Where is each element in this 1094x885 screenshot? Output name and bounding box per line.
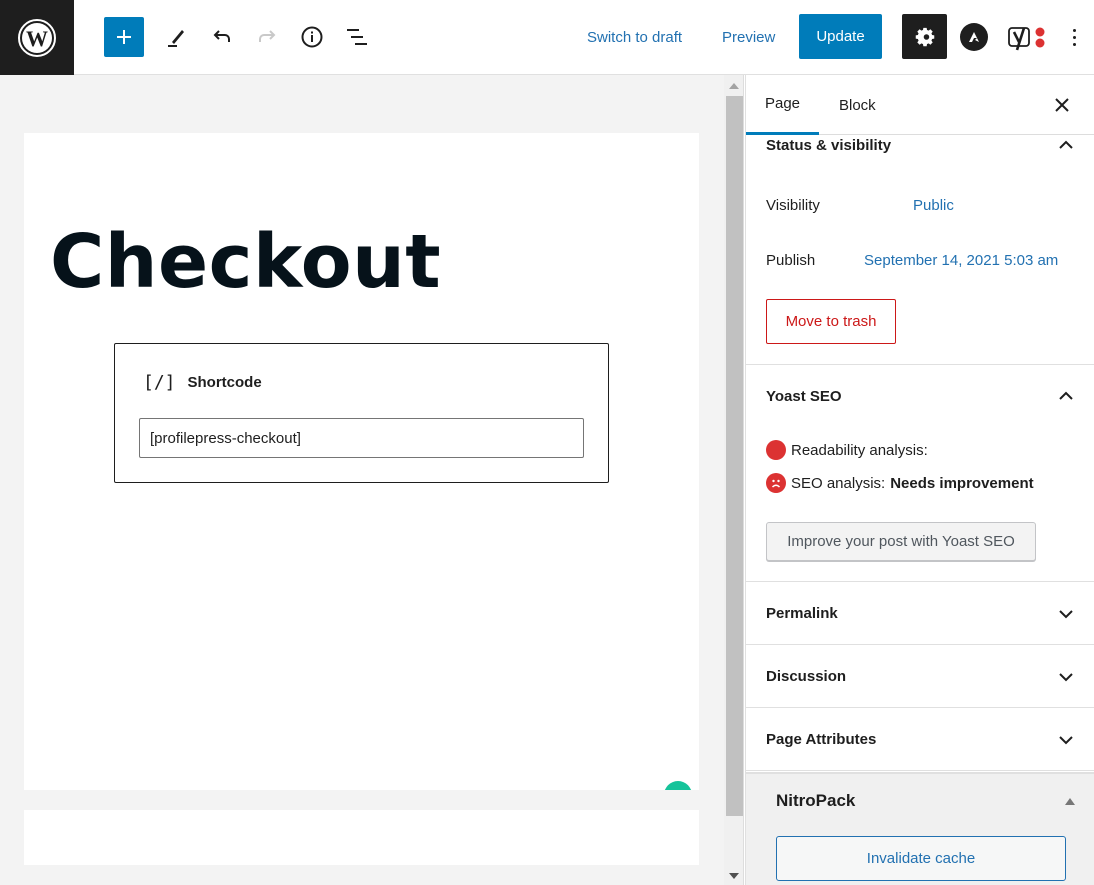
settings-sidebar: Page Block Status & visibility Visibilit… [745, 75, 1094, 885]
editor-header: W Switch to draft Preview Update [0, 0, 1094, 75]
redo-button[interactable] [247, 17, 287, 57]
nitropack-title: NitroPack [776, 791, 856, 810]
close-icon [1055, 98, 1069, 112]
discussion-title: Discussion [766, 668, 847, 685]
astra-button[interactable] [960, 23, 988, 51]
status-visibility-title: Status & visibility [766, 137, 892, 154]
yoast-icon [1008, 27, 1045, 51]
seo-analysis-label: SEO analysis: [791, 474, 886, 492]
visibility-value-link[interactable]: Public [913, 197, 954, 214]
pencil-icon [168, 30, 184, 47]
switch-to-draft-button[interactable]: Switch to draft [587, 29, 682, 46]
permalink-title: Permalink [766, 605, 838, 622]
canvas-bottom-edge [0, 790, 724, 810]
astra-icon [969, 32, 979, 42]
visibility-row: Visibility Public [766, 197, 954, 214]
undo-icon [213, 30, 230, 42]
settings-button[interactable] [902, 14, 947, 59]
scrollbar-thumb[interactable] [726, 96, 743, 816]
chevron-down-icon [1058, 606, 1074, 622]
sidebar-tabs: Page Block [746, 75, 1094, 135]
readability-status-dot-icon [766, 440, 786, 460]
tools-button[interactable] [156, 17, 196, 57]
page-title[interactable]: Checkout [50, 219, 441, 305]
redo-icon [259, 30, 276, 42]
page-attributes-panel[interactable]: Page Attributes [746, 708, 1094, 771]
discussion-panel[interactable]: Discussion [746, 645, 1094, 708]
move-to-trash-button[interactable]: Move to trash [766, 299, 896, 344]
improve-with-yoast-button[interactable]: Improve your post with Yoast SEO [766, 522, 1036, 561]
publish-label: Publish [766, 252, 816, 269]
chevron-down-icon [1058, 732, 1074, 748]
shortcode-block[interactable]: [/] Shortcode [114, 343, 609, 483]
status-visibility-panel: Status & visibility Visibility Public Pu… [746, 135, 1094, 365]
more-options-button[interactable] [1064, 22, 1084, 52]
tab-page[interactable]: Page [746, 75, 819, 135]
chevron-up-icon [1058, 137, 1074, 153]
editor-canvas: Checkout [/] Shortcode [0, 75, 724, 885]
svg-text:W: W [26, 26, 48, 51]
publish-date-link[interactable]: September 14, 2021 5:03 am [864, 252, 1058, 269]
wordpress-icon: W [18, 18, 56, 57]
collapse-triangle-icon[interactable] [1065, 798, 1075, 805]
nitropack-panel: NitroPack Invalidate cache [746, 772, 1094, 885]
yoast-seo-title: Yoast SEO [766, 387, 842, 405]
permalink-panel[interactable]: Permalink [746, 582, 1094, 645]
details-button[interactable] [292, 17, 332, 57]
page-content[interactable]: Checkout [/] Shortcode [24, 133, 699, 865]
invalidate-cache-button[interactable]: Invalidate cache [776, 836, 1066, 881]
discussion-toggle[interactable]: Discussion [746, 645, 1094, 708]
close-sidebar-button[interactable] [1052, 95, 1072, 115]
list-view-button[interactable] [337, 17, 377, 57]
add-block-button[interactable] [104, 17, 144, 57]
undo-button[interactable] [202, 17, 242, 57]
yoast-seo-toggle[interactable]: Yoast SEO [746, 365, 1094, 427]
seo-analysis[interactable]: SEO analysis: Needs improvement [766, 473, 1034, 493]
seo-analysis-value: Needs improvement [890, 474, 1034, 492]
page-attributes-toggle[interactable]: Page Attributes [746, 708, 1094, 771]
canvas-scrollbar[interactable] [724, 75, 744, 885]
yoast-seo-panel: Yoast SEO Readability analysis: SEO anal… [746, 365, 1094, 582]
page-attributes-title: Page Attributes [766, 731, 877, 748]
shortcode-input[interactable] [139, 418, 584, 458]
chevron-up-icon [1058, 388, 1074, 404]
status-visibility-toggle[interactable]: Status & visibility [746, 135, 1094, 159]
shortcode-block-label: [/] Shortcode [143, 372, 262, 393]
update-button[interactable]: Update [799, 14, 882, 59]
tab-block[interactable]: Block [839, 75, 876, 135]
more-vertical-icon [1072, 28, 1076, 32]
publish-row: Publish September 14, 2021 5:03 am [766, 252, 1058, 269]
shortcode-icon: [/] [143, 372, 176, 393]
wordpress-logo-button[interactable]: W [0, 0, 74, 75]
preview-button[interactable]: Preview [722, 29, 775, 46]
scroll-down-arrow-icon[interactable] [729, 873, 739, 879]
sad-face-icon [766, 473, 786, 493]
readability-label: Readability analysis: [791, 441, 928, 459]
info-icon [301, 26, 323, 48]
yoast-seo-button[interactable] [1007, 22, 1047, 52]
chevron-down-icon [1058, 669, 1074, 685]
visibility-label: Visibility [766, 197, 820, 214]
plus-icon [117, 30, 131, 44]
readability-analysis[interactable]: Readability analysis: [766, 440, 928, 460]
shortcode-title: Shortcode [187, 374, 262, 391]
permalink-toggle[interactable]: Permalink [746, 582, 1094, 645]
list-view-icon [347, 29, 367, 45]
gear-icon [915, 27, 934, 46]
scroll-up-arrow-icon[interactable] [729, 83, 739, 89]
